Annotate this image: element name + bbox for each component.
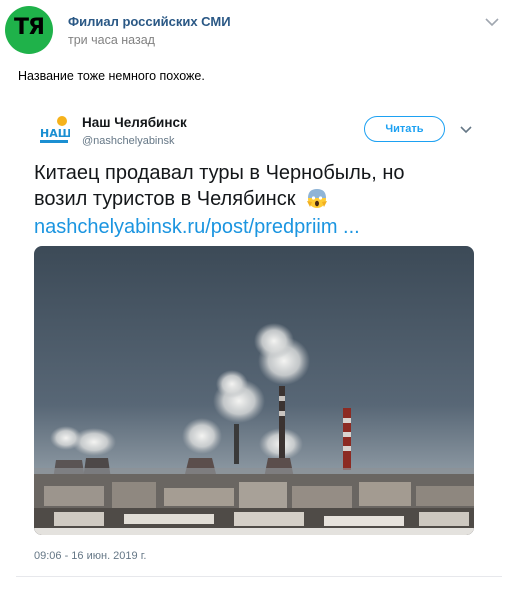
post-header: ТЯ Филиал российских СМИ три часа назад [0, 0, 509, 60]
post-author[interactable]: Филиал российских СМИ [68, 14, 231, 29]
embedded-tweet[interactable]: НАШ Наш Челябинск @nashchelyabinsk Читат… [18, 95, 502, 577]
chevron-down-icon[interactable] [484, 16, 500, 28]
chevron-down-icon[interactable] [460, 125, 472, 134]
svg-text:НАШ: НАШ [40, 127, 70, 140]
tweet-text: Китаец продавал туры в Чернобыль, но воз… [34, 160, 484, 212]
group-avatar-logo: ТЯ [14, 15, 45, 40]
group-avatar[interactable]: ТЯ [5, 6, 53, 54]
tweet-link[interactable]: nashchelyabinsk.ru/post/predpriim ... [34, 214, 360, 240]
tweet-text-line1: Китаец продавал туры в Чернобыль, но [34, 162, 405, 184]
scream-emoji-icon [307, 189, 328, 208]
post-time[interactable]: три часа назад [68, 33, 155, 47]
tweet-author-name[interactable]: Наш Челябинск [82, 115, 187, 130]
follow-button[interactable]: Читать [364, 116, 445, 142]
tweet-photo[interactable] [34, 246, 474, 535]
account-logo-icon[interactable]: НАШ [38, 115, 70, 147]
tweet-author-handle[interactable]: @nashchelyabinsk [82, 135, 175, 147]
tweet-text-line2: возил туристов в Челябинск [34, 188, 296, 210]
divider [16, 576, 502, 577]
post-text: Название тоже немного похоже. [18, 69, 205, 83]
tweet-date[interactable]: 09:06 - 16 июн. 2019 г. [34, 550, 146, 562]
